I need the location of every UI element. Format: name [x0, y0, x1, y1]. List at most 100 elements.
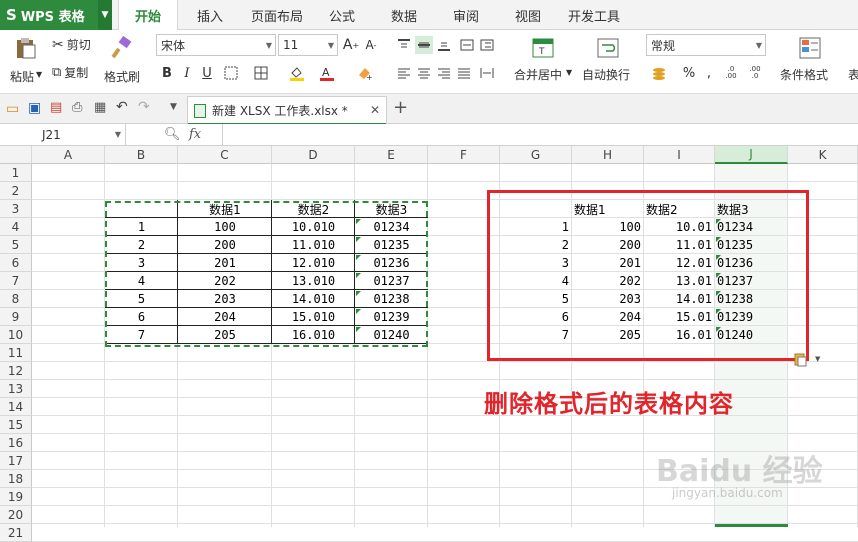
function-wizard-icon[interactable]: fx — [189, 127, 201, 142]
align-top-icon[interactable] — [395, 36, 413, 54]
print-icon[interactable]: ⎙ — [72, 100, 82, 115]
row-header-17[interactable]: 17 — [0, 452, 32, 470]
column-header-c[interactable]: C — [178, 146, 272, 164]
tab-view[interactable]: 视图 — [502, 0, 554, 30]
close-tab-icon[interactable]: ✕ — [370, 103, 380, 117]
formula-input[interactable] — [222, 124, 858, 146]
column-header-k[interactable]: K — [788, 146, 858, 164]
row-header-13[interactable]: 13 — [0, 380, 32, 398]
align-bottom-icon[interactable] — [435, 36, 453, 54]
tab-home[interactable]: 开始 — [118, 0, 178, 31]
export-pdf-icon[interactable]: ▤ — [50, 100, 62, 115]
row-header-20[interactable]: 20 — [0, 506, 32, 524]
bold-icon[interactable]: B — [158, 64, 176, 82]
increase-decimal-icon[interactable]: .0.00 — [722, 64, 740, 82]
row-header-8[interactable]: 8 — [0, 290, 32, 308]
italic-icon[interactable]: I — [178, 64, 196, 82]
paste-button[interactable]: 粘贴 ▼ — [10, 36, 42, 88]
clear-format-icon[interactable]: + — [356, 64, 374, 82]
indent-icon[interactable] — [478, 36, 496, 54]
undo-icon[interactable]: ↶ — [116, 99, 128, 115]
row-header-14[interactable]: 14 — [0, 398, 32, 416]
orientation-icon[interactable] — [458, 36, 476, 54]
row-header-3[interactable]: 3 — [0, 200, 32, 218]
tab-review[interactable]: 审阅 — [440, 0, 492, 30]
row-header-11[interactable]: 11 — [0, 344, 32, 362]
tab-insert[interactable]: 插入 — [182, 0, 238, 30]
app-menu-dropdown-icon[interactable]: ▼ — [98, 0, 112, 30]
row-header-15[interactable]: 15 — [0, 416, 32, 434]
merge-center-button[interactable]: T 合并居中 ▼ — [512, 34, 574, 88]
thousands-separator-icon[interactable]: , — [700, 64, 718, 82]
column-header-h[interactable]: H — [572, 146, 644, 164]
spreadsheet-grid[interactable]: A B C D E F G H I J K 1 2 3 4 5 6 7 8 9 10 11 12 13 14 15 16 17 18 19… — [0, 146, 858, 542]
underline-icon[interactable]: U — [198, 64, 216, 82]
column-header-g[interactable]: G — [500, 146, 572, 164]
paste-dropdown-icon[interactable]: ▼ — [36, 70, 42, 79]
copy-button[interactable]: ⧉ 复制 — [52, 64, 88, 81]
conditional-format-button[interactable]: 条件格式 — [778, 34, 842, 88]
zoom-search-icon[interactable]: 🔍︎ — [164, 127, 181, 142]
row-header-2[interactable]: 2 — [0, 182, 32, 200]
column-header-e[interactable]: E — [355, 146, 428, 164]
align-left-icon[interactable] — [395, 64, 413, 82]
tab-developer[interactable]: 开发工具 — [562, 0, 626, 30]
paste-options-icon[interactable] — [793, 351, 809, 367]
column-header-a[interactable]: A — [32, 146, 105, 164]
new-tab-icon[interactable]: + — [393, 97, 408, 118]
column-header-i[interactable]: I — [644, 146, 715, 164]
column-header-j[interactable]: J — [715, 146, 788, 164]
wps-logo-button[interactable]: S WPS 表格 ▼ — [0, 0, 112, 30]
cut-label: 剪切 — [66, 38, 91, 52]
column-header-f[interactable]: F — [428, 146, 500, 164]
decrease-decimal-icon[interactable]: .00.0 — [746, 64, 764, 82]
paste-options-dropdown-icon[interactable]: ▼ — [815, 355, 820, 363]
print-preview-icon[interactable]: ▦ — [94, 100, 106, 115]
font-size-select[interactable]: 11 ▼ — [278, 34, 338, 56]
fill-color-icon[interactable] — [288, 64, 306, 82]
increase-font-icon[interactable]: A + — [342, 36, 360, 54]
wrap-text-button[interactable]: 自动换行 — [580, 34, 636, 88]
tab-formulas[interactable]: 公式 — [316, 0, 368, 30]
number-format-select[interactable]: 常规 ▼ — [646, 34, 766, 56]
cell-style-icon[interactable] — [252, 64, 270, 82]
redo-icon[interactable]: ↷ — [138, 99, 150, 115]
row-header-18[interactable]: 18 — [0, 470, 32, 488]
open-folder-icon[interactable]: ▭ — [6, 101, 19, 117]
row-header-6[interactable]: 6 — [0, 254, 32, 272]
select-all-corner[interactable] — [0, 146, 32, 164]
row-header-9[interactable]: 9 — [0, 308, 32, 326]
table-style-label[interactable]: 表 — [848, 66, 858, 83]
row-header-4[interactable]: 4 — [0, 218, 32, 236]
font-color-icon[interactable]: A — [318, 64, 336, 82]
row-header-1[interactable]: 1 — [0, 164, 32, 182]
justify-icon[interactable] — [455, 64, 473, 82]
row-header-16[interactable]: 16 — [0, 434, 32, 452]
format-painter-button[interactable]: 格式刷 — [104, 36, 144, 88]
align-center-icon[interactable] — [415, 64, 433, 82]
document-tab[interactable]: 新建 XLSX 工作表.xlsx * ✕ — [187, 96, 387, 125]
name-box[interactable]: J21 ▼ — [0, 124, 126, 146]
font-name-select[interactable]: 宋体 ▼ — [156, 34, 276, 56]
tab-page-layout[interactable]: 页面布局 — [242, 0, 312, 30]
row-header-12[interactable]: 12 — [0, 362, 32, 380]
column-header-b[interactable]: B — [105, 146, 178, 164]
cut-button[interactable]: ✂ 剪切 — [52, 36, 91, 53]
row-header-19[interactable]: 19 — [0, 488, 32, 506]
border-icon[interactable] — [222, 64, 240, 82]
align-right-icon[interactable] — [435, 64, 453, 82]
decrease-font-icon[interactable]: A- — [362, 36, 380, 54]
currency-icon[interactable] — [650, 64, 668, 82]
save-icon[interactable]: ▣ — [28, 100, 41, 116]
row-header-5[interactable]: 5 — [0, 236, 32, 254]
row-header-7[interactable]: 7 — [0, 272, 32, 290]
customize-toolbar-icon[interactable]: ▼ — [170, 102, 177, 112]
column-header-d[interactable]: D — [272, 146, 355, 164]
merge-dropdown-icon[interactable]: ▼ — [566, 68, 572, 77]
align-middle-icon[interactable] — [415, 36, 433, 54]
distribute-icon[interactable] — [478, 64, 496, 82]
copy-label: 复制 — [64, 66, 89, 80]
percent-icon[interactable]: % — [680, 64, 698, 82]
tab-data[interactable]: 数据 — [378, 0, 430, 30]
row-header-10[interactable]: 10 — [0, 326, 32, 344]
